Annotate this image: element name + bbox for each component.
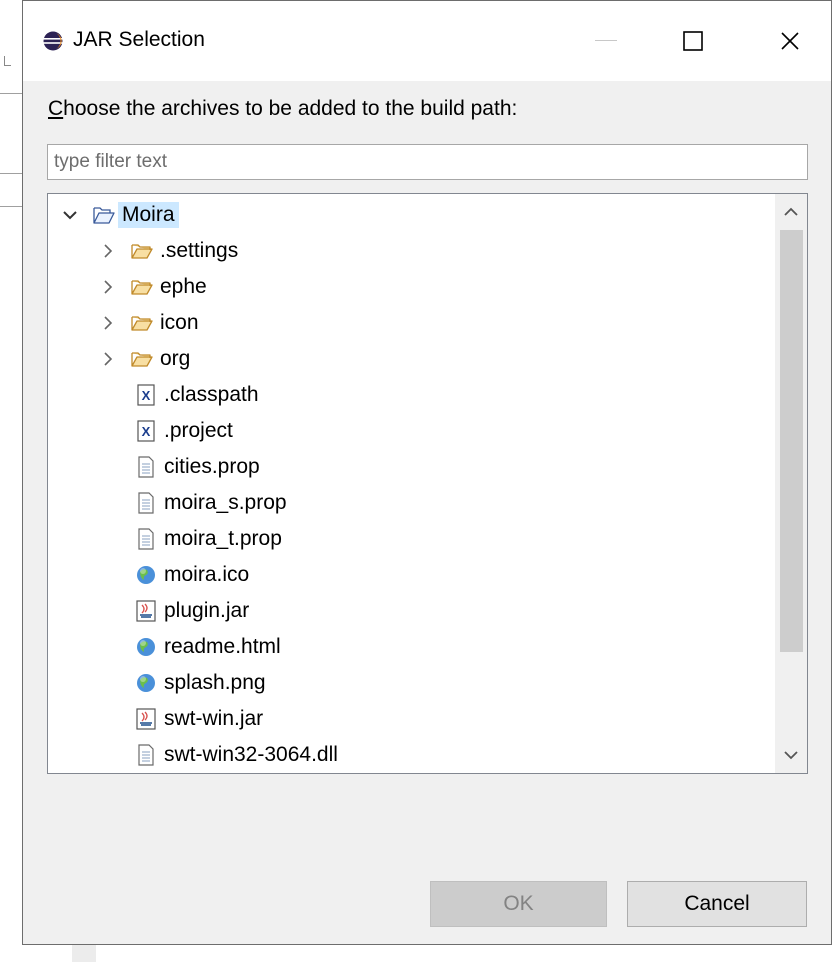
ok-button[interactable]: OK: [430, 881, 607, 927]
tree-item-folder[interactable]: .settings: [48, 233, 768, 269]
tree-item-file[interactable]: X .project: [48, 413, 768, 449]
tree-item-file[interactable]: swt-win.jar: [48, 701, 768, 737]
globe-file-icon: [137, 638, 155, 656]
xml-file-icon: X: [137, 420, 155, 442]
tree-item-label: swt-win32-3064.dll: [164, 743, 338, 766]
tree-item-folder[interactable]: org: [48, 341, 768, 377]
tree-item-file[interactable]: swt-win32-3064.dll: [48, 737, 768, 773]
minimize-button[interactable]: [576, 21, 636, 61]
text-file-icon: [138, 492, 154, 514]
close-icon: [781, 32, 799, 50]
tree-item-label: .classpath: [164, 383, 259, 406]
tree-item-label: readme.html: [164, 635, 281, 658]
archive-tree[interactable]: Moira .settings ephe icon org X .classpa…: [47, 193, 808, 774]
tree-item-label: moira.ico: [164, 563, 250, 586]
maximize-icon: [683, 31, 703, 51]
cancel-button[interactable]: Cancel: [627, 881, 807, 927]
tree-vertical-scrollbar[interactable]: [775, 194, 807, 773]
text-file-icon: [138, 456, 154, 478]
prompt-text: hoose the archives to be added to the bu…: [63, 97, 518, 120]
tree-item-file[interactable]: splash.png: [48, 665, 768, 701]
folder-icon: [131, 244, 153, 259]
prompt-mnemonic: C: [48, 97, 64, 120]
scroll-down-button[interactable]: [775, 737, 807, 773]
chevron-right-icon[interactable]: [98, 276, 118, 298]
tree-item-label: cities.prop: [164, 455, 260, 478]
tree-item-file[interactable]: readme.html: [48, 629, 768, 665]
tree-item-label: Moira: [118, 202, 179, 228]
globe-file-icon: [137, 566, 155, 584]
text-file-icon: [138, 528, 154, 550]
tree-item-folder[interactable]: icon: [48, 305, 768, 341]
tree-item-file[interactable]: cities.prop: [48, 449, 768, 485]
svg-text:X: X: [142, 424, 151, 439]
tree-item-label: splash.png: [164, 671, 266, 694]
xml-file-icon: X: [137, 384, 155, 406]
tree-item-label: org: [160, 347, 191, 370]
tree-item-file[interactable]: moira_t.prop: [48, 521, 768, 557]
tree-item-label: .project: [164, 419, 233, 442]
chevron-up-icon: [784, 207, 798, 216]
background-divider: [0, 93, 22, 94]
text-file-icon: [138, 744, 154, 766]
chevron-down-icon[interactable]: [60, 204, 80, 226]
tree-item-file[interactable]: plugin.jar: [48, 593, 768, 629]
background-divider: [0, 173, 22, 174]
eclipse-icon: [43, 31, 63, 51]
background-divider: [0, 206, 22, 207]
tree-item-moira[interactable]: Moira: [48, 197, 768, 233]
background-scrollbar: [72, 944, 96, 962]
tree-item-label: plugin.jar: [164, 599, 250, 622]
folder-icon: [131, 352, 153, 367]
tree-item-folder[interactable]: ephe: [48, 269, 768, 305]
tree-item-file[interactable]: moira.ico: [48, 557, 768, 593]
globe-file-icon: [137, 674, 155, 692]
tree-item-label: moira_t.prop: [164, 527, 282, 550]
chevron-down-icon: [784, 751, 798, 760]
tree-item-label: moira_s.prop: [164, 491, 287, 514]
filter-input[interactable]: [47, 144, 808, 180]
scroll-up-button[interactable]: [775, 194, 807, 230]
jar-file-icon: [136, 708, 156, 730]
tree-item-label: .settings: [160, 239, 239, 262]
scrollbar-thumb[interactable]: [780, 230, 803, 652]
chevron-right-icon[interactable]: [98, 348, 118, 370]
tree-item-label: swt-win.jar: [164, 707, 264, 730]
background-corner: [4, 56, 11, 66]
maximize-button[interactable]: [663, 21, 723, 61]
window-title: JAR Selection: [73, 28, 205, 51]
tree-item-label: ephe: [160, 275, 207, 298]
tree-item-file[interactable]: moira_s.prop: [48, 485, 768, 521]
close-button[interactable]: [760, 21, 820, 61]
chevron-right-icon[interactable]: [98, 240, 118, 262]
folder-icon: [131, 280, 153, 295]
tree-item-file[interactable]: X .classpath: [48, 377, 768, 413]
jar-file-icon: [136, 600, 156, 622]
minimize-icon: [595, 40, 617, 41]
folder-icon: [131, 316, 153, 331]
svg-text:X: X: [142, 388, 151, 403]
chevron-right-icon[interactable]: [98, 312, 118, 334]
dialog-prompt: Choose the archives to be added to the b…: [48, 97, 517, 121]
jar-selection-dialog: JAR Selection Choose the archives to be …: [22, 0, 832, 945]
open-project-folder-icon: [93, 207, 115, 224]
title-bar[interactable]: JAR Selection: [23, 1, 831, 81]
tree-item-label: icon: [160, 311, 199, 334]
